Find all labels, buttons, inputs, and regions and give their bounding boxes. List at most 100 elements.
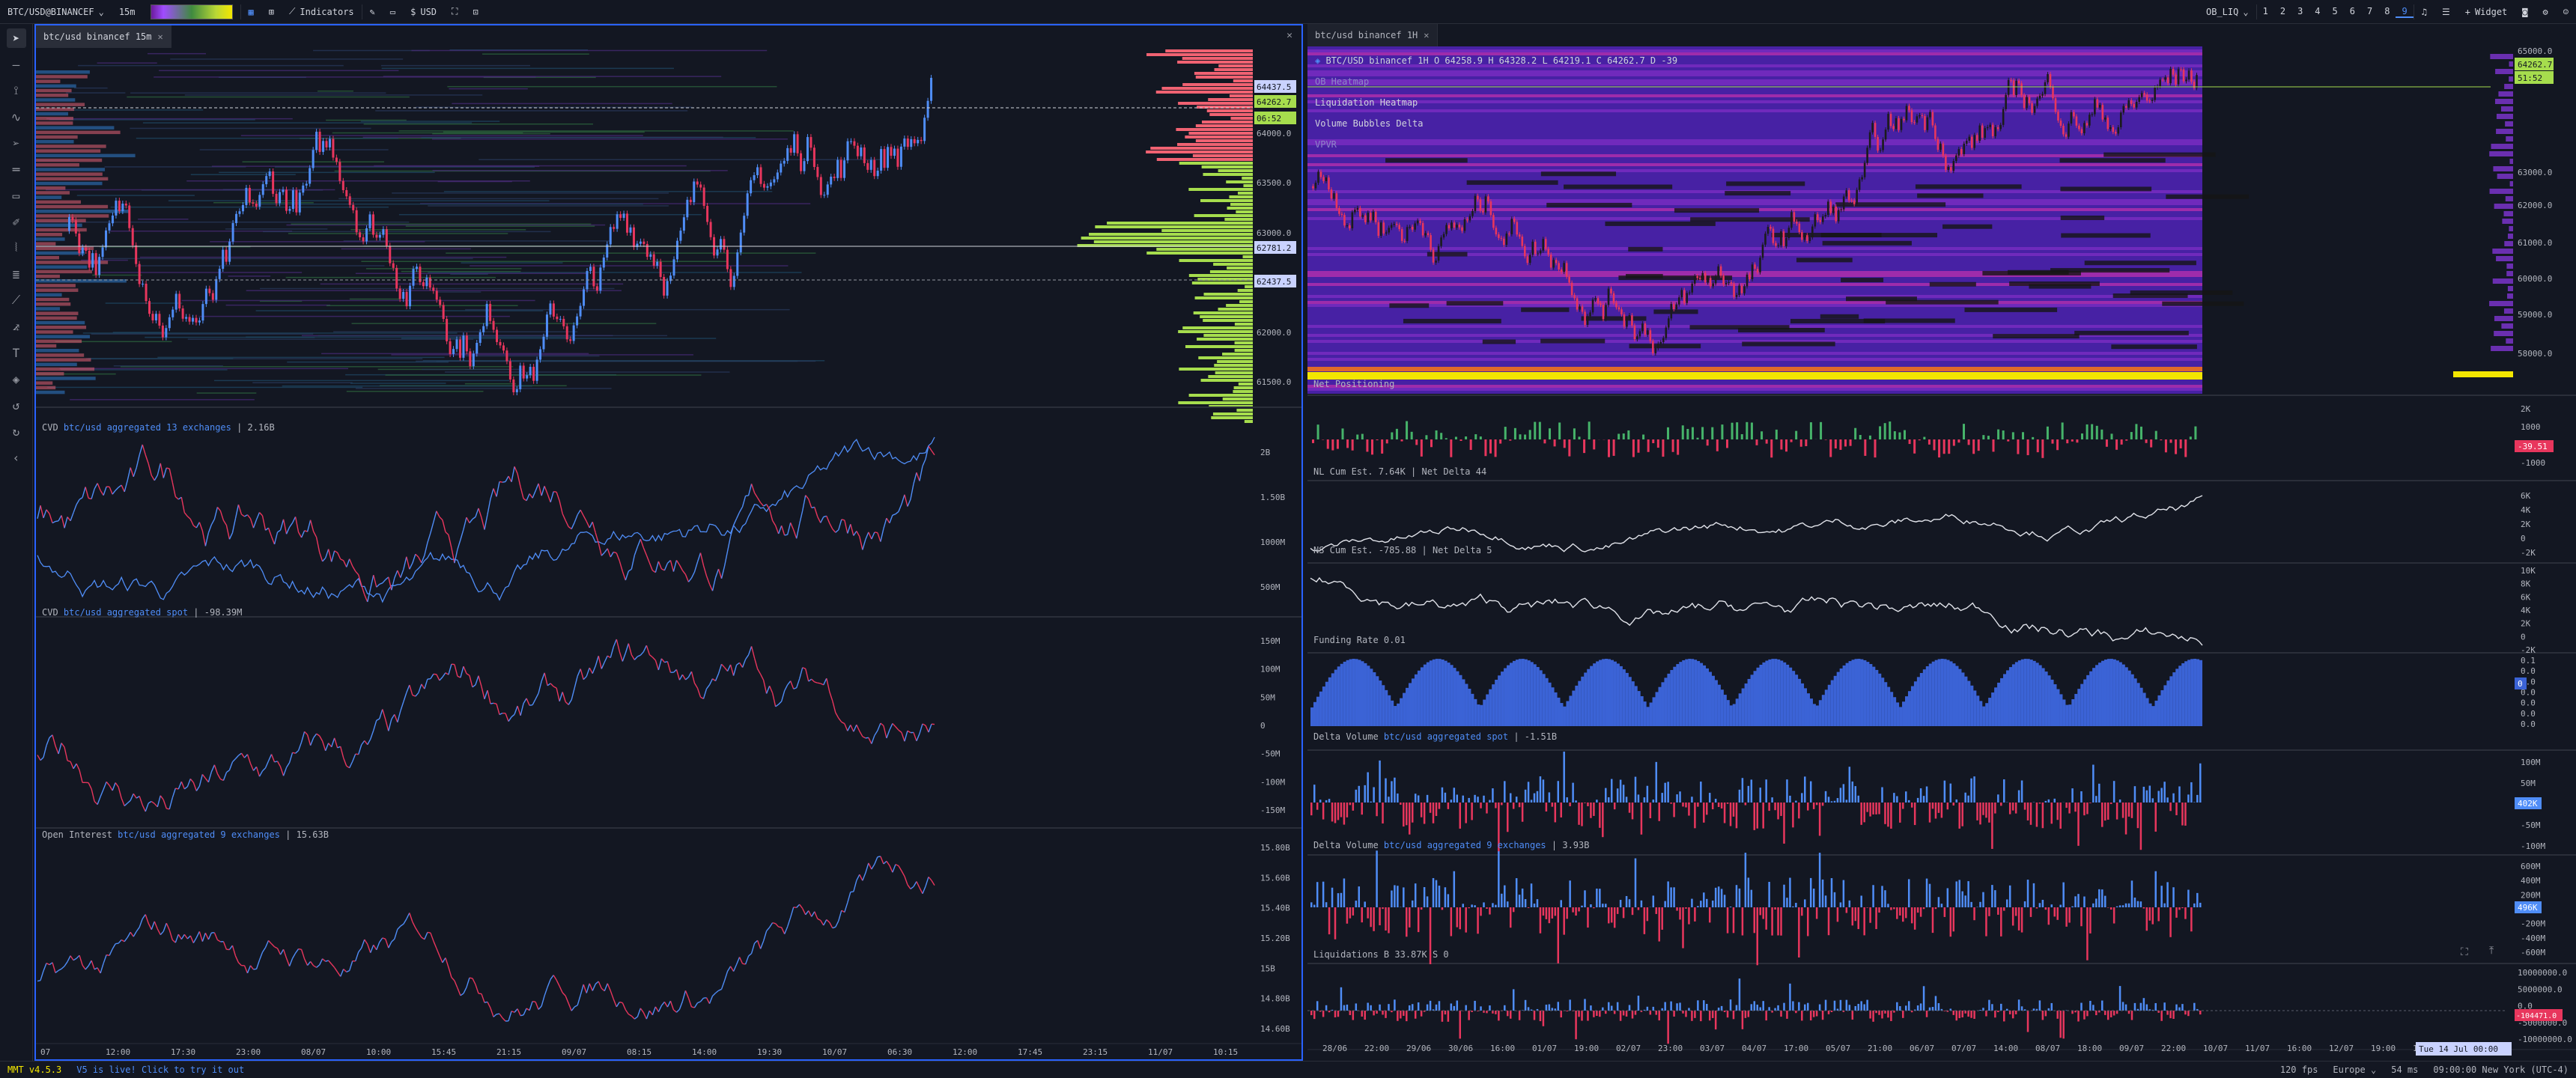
dv-agg-bar	[2193, 903, 2196, 907]
dv-spot-bar	[2148, 785, 2151, 803]
alerts-button[interactable]: ♫	[2414, 0, 2434, 24]
profile-button[interactable]: ☺	[2556, 0, 2576, 24]
liquidation-bar	[2109, 1011, 2112, 1017]
workspace-6[interactable]: 6	[2344, 6, 2361, 18]
workspace-7[interactable]: 7	[2361, 6, 2378, 18]
ns-axis-label: 10K	[2521, 566, 2536, 576]
workspace-1[interactable]: 1	[2257, 6, 2274, 18]
widget-button[interactable]: + Widget	[2458, 0, 2515, 24]
compare-button[interactable]: ⊞	[261, 0, 282, 24]
hline-tool[interactable]: ═	[7, 159, 26, 179]
ob-bid-bar	[1095, 225, 1253, 228]
fit-screen-icon[interactable]: ⛶	[2461, 946, 2468, 958]
trend-line-tool[interactable]: —	[7, 55, 26, 74]
overlay-ob-heatmap[interactable]: OB Heatmap	[1315, 76, 1369, 87]
funding-bar	[1551, 687, 1555, 726]
liquidation-bar	[1631, 1011, 1634, 1019]
text-tool[interactable]: T	[7, 343, 26, 362]
ruler-tool[interactable]: ⟋	[7, 290, 26, 310]
rectangle-tool[interactable]: ▭	[7, 186, 26, 205]
funding-bar	[1515, 660, 1519, 726]
overlay-volume-bubbles[interactable]: Volume Bubbles Delta	[1315, 118, 1424, 129]
net-pos-bar	[1963, 424, 1965, 439]
funding-bar	[1961, 672, 1965, 726]
dv-agg-bar	[1322, 881, 1325, 907]
close-icon[interactable]: ✕	[1424, 30, 1429, 40]
cvd-legend: CVD btc/usd aggregated 13 exchanges | 2.…	[42, 422, 275, 433]
dv-agg-bar	[1723, 895, 1726, 907]
fib-tool[interactable]: ≣	[7, 264, 26, 284]
dv-agg-bar	[1394, 885, 1396, 907]
ob-bid-bar	[1178, 401, 1253, 404]
cursor-tool[interactable]: ➤	[6, 28, 26, 48]
path-tool[interactable]: ∿	[7, 107, 26, 127]
undo-tool[interactable]: ↺	[7, 395, 26, 415]
menu-button[interactable]: ☰	[2434, 0, 2458, 24]
draw-button[interactable]: ✎	[362, 0, 383, 24]
net-pos-bar	[1755, 439, 1758, 445]
dv-spot-bar	[2139, 803, 2142, 850]
redo-tool[interactable]: ↻	[7, 421, 26, 441]
dv-spot-bar	[2121, 803, 2124, 818]
currency-button[interactable]: $ USD	[403, 0, 444, 24]
settings-button[interactable]: ⚙	[2536, 0, 2556, 24]
candle-body	[789, 147, 792, 153]
left-chart-tab[interactable]: btc/usd binancef 15m ✕	[36, 25, 171, 48]
left-chart-canvas[interactable]: 64437.564262.706:5264000.063500.063000.0…	[36, 48, 1301, 1059]
settings-icon[interactable]: ◈	[1315, 55, 1325, 66]
collapse-tool[interactable]: ‹	[7, 448, 26, 467]
candle-body	[1654, 348, 1657, 353]
scroll-up-icon[interactable]: ⤒	[2489, 945, 2494, 957]
heatmap-band	[196, 392, 257, 394]
layers-tool[interactable]: ◈	[7, 369, 26, 389]
layout-selector[interactable]: OB_LIQ ⌄	[2199, 0, 2256, 24]
ob-bid-bar	[1200, 379, 1253, 382]
net-pos-bar	[1415, 439, 1418, 445]
liquidation-bar	[1869, 1011, 1871, 1019]
ob-ask-bar	[1208, 98, 1253, 101]
right-chart-pane[interactable]: btc/usd binancef 1H ✕ 64262.7 51:52 65000.0…	[1307, 24, 2576, 1061]
liquidation-bar	[1504, 1005, 1506, 1011]
dv-spot-bar	[1955, 799, 1957, 803]
fork-tool[interactable]: ⟟	[7, 81, 26, 100]
liquidation-bar	[1590, 1005, 1592, 1011]
left-chart-pane[interactable]: btc/usd binancef 15m ✕ ✕ 64437.5 64262.7 06…	[34, 24, 1303, 1061]
price-label: 64262.7	[1257, 97, 1291, 107]
snapshot-button[interactable]: ⊡	[465, 0, 485, 24]
fullscreen-button[interactable]: ⛶	[444, 0, 465, 24]
interval-selector[interactable]: 15m	[112, 0, 143, 24]
volume-profile-bar	[36, 88, 72, 93]
overlay-vpvr[interactable]: VPVR	[1315, 139, 1337, 150]
workspace-2[interactable]: 2	[2274, 6, 2291, 18]
time-label: 29/06	[1406, 1044, 1431, 1053]
right-chart-canvas[interactable]: 64262.751:5265000.063000.062000.061000.0…	[1307, 46, 2576, 1061]
symbol-selector[interactable]: BTC/USD@BINANCEF ⌄	[0, 0, 112, 24]
dv-agg-bar	[1655, 907, 1658, 914]
workspace-8[interactable]: 8	[2378, 6, 2396, 18]
dv-spot-bar	[1334, 803, 1337, 823]
close-icon[interactable]: ✕	[158, 31, 163, 42]
workspace-9[interactable]: 9	[2396, 6, 2414, 18]
workspace-3[interactable]: 3	[2291, 6, 2309, 18]
measure-tool[interactable]: ⦨	[7, 317, 26, 336]
heatmap-gradient-picker[interactable]	[143, 0, 240, 24]
chart-tool[interactable]: ⦚	[7, 238, 26, 258]
heatmap-band	[446, 252, 816, 254]
brush-tool[interactable]: ✐	[7, 212, 26, 231]
region-selector[interactable]: Europe ⌄	[2325, 1065, 2384, 1075]
indicators-button[interactable]: ⟋ Indicators	[282, 0, 362, 24]
screenshot-button[interactable]: ◙	[2515, 0, 2535, 24]
chart-type-button[interactable]: ▦	[241, 0, 261, 24]
arrow-tool[interactable]: ➢	[7, 133, 26, 153]
workspace-5[interactable]: 5	[2327, 6, 2344, 18]
close-pane-icon[interactable]: ✕	[1287, 30, 1292, 41]
overlay-liquidation-heatmap[interactable]: Liquidation Heatmap	[1315, 97, 1418, 108]
candle-body	[371, 214, 374, 235]
candle-body	[920, 139, 923, 141]
right-chart-tab[interactable]: btc/usd binancef 1H ✕	[1307, 24, 1438, 46]
workspace-4[interactable]: 4	[2309, 6, 2326, 18]
net-pos-bar	[1883, 423, 1886, 439]
v5-banner-link[interactable]: V5 is live! Click to try it out	[69, 1065, 252, 1075]
folder-button[interactable]: ▭	[383, 0, 403, 24]
net-pos-bar	[1898, 432, 1901, 439]
